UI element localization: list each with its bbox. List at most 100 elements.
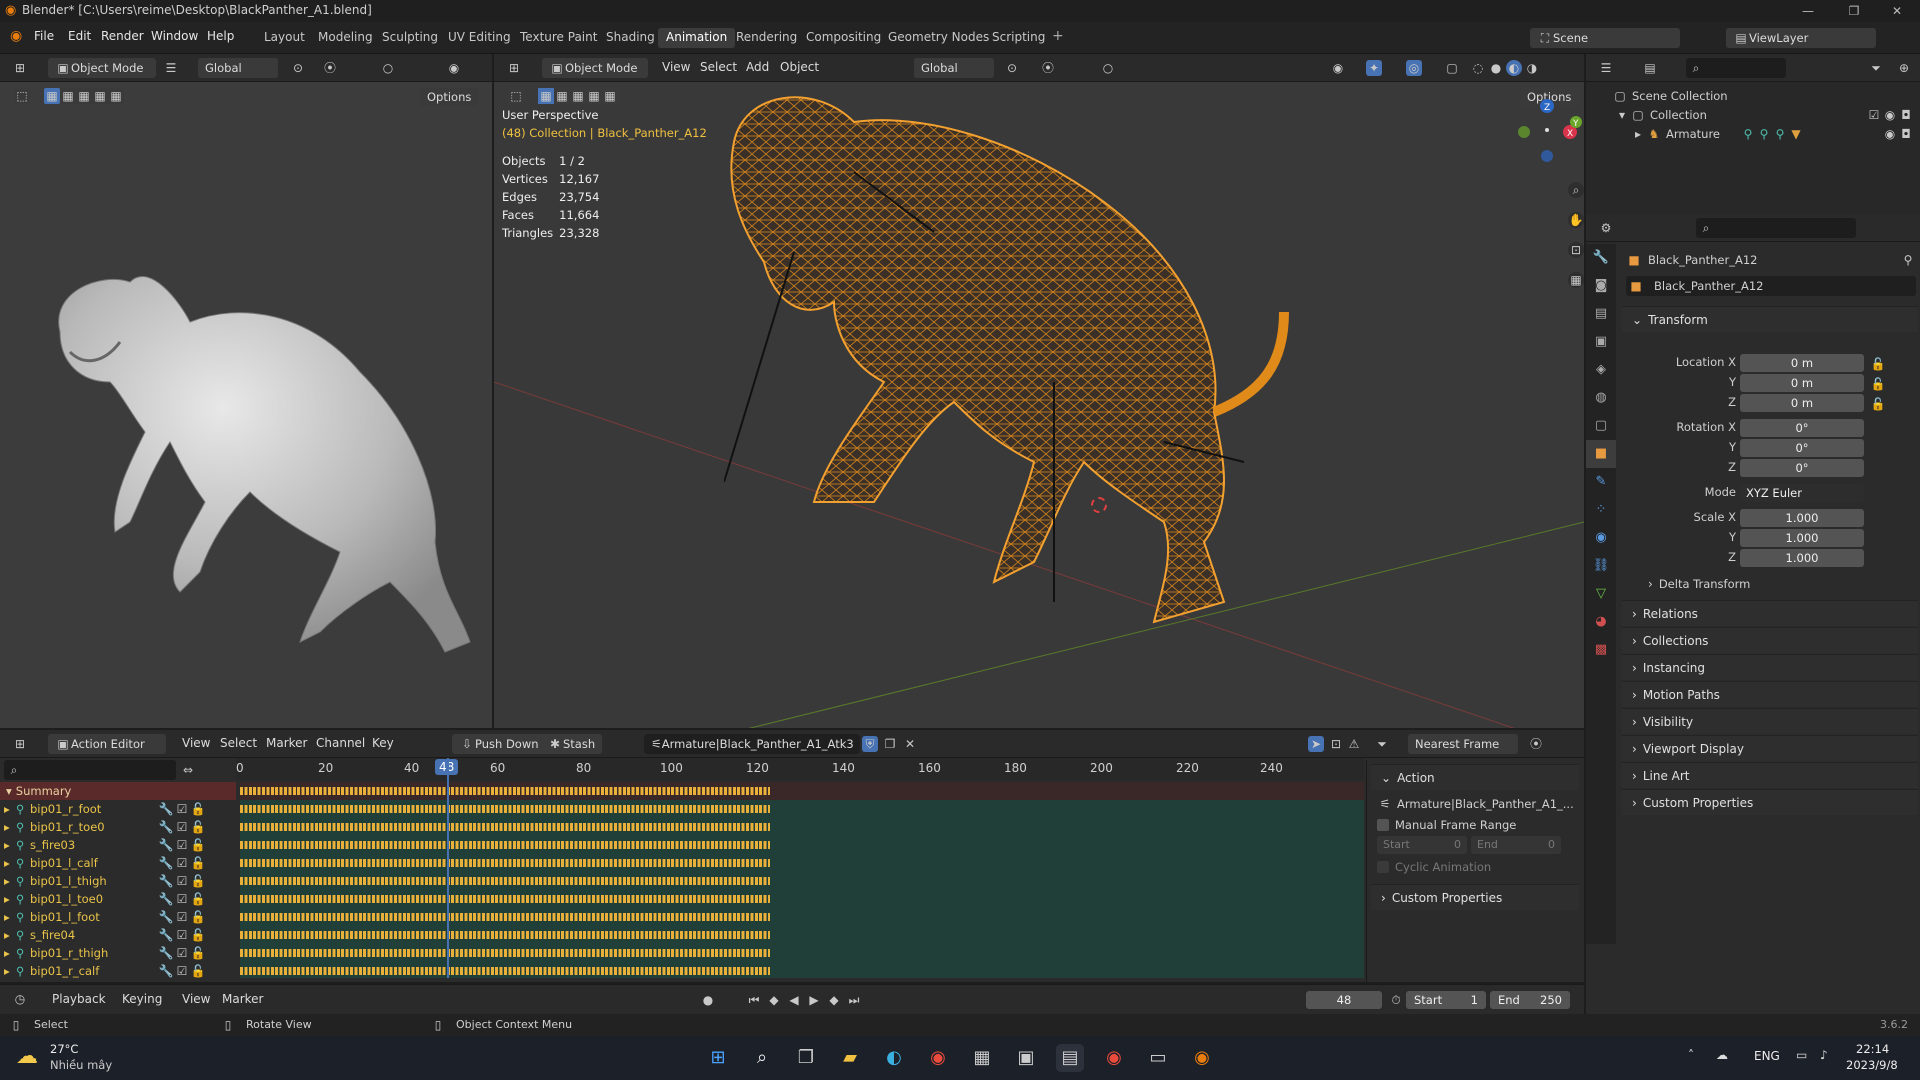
lock-icon[interactable]: 🔓	[1870, 356, 1886, 372]
location-y-field[interactable]: 0 m	[1740, 374, 1864, 392]
ae-menu-key[interactable]: Key	[372, 736, 394, 750]
3d-cursor-icon[interactable]	[1091, 497, 1107, 513]
armature-eye-icon[interactable]: ◉	[1882, 126, 1898, 142]
menu-view[interactable]: View	[662, 60, 690, 74]
pivot-icon-right[interactable]: ⊙	[1004, 60, 1020, 76]
menu-add[interactable]: Add	[746, 60, 769, 74]
ae-menu-view[interactable]: View	[182, 736, 210, 750]
main-viewport[interactable]: ⬚ ▦ ▦ ▦ ▦ ▦ Options User Perspective (48…	[494, 82, 1584, 728]
next-keyframe-icon[interactable]: ◆	[826, 992, 842, 1008]
outliner-search-input[interactable]: ⌕	[1686, 58, 1786, 78]
visibility-icon-right[interactable]: ◉	[1330, 60, 1346, 76]
mute-checkbox-icon[interactable]: ☑	[174, 837, 190, 853]
select-mode-intersect-icon[interactable]: ▦	[108, 88, 124, 104]
tab-uv-editing[interactable]: UV Editing	[440, 28, 519, 48]
channel-row[interactable]: ▸ ⚲ bip01_l_foot 🔧 ☑ 🔓	[0, 908, 236, 926]
select-mode-subtract-icon[interactable]: ▦	[76, 88, 92, 104]
rotation-z-field[interactable]: 0°	[1740, 459, 1864, 477]
show-errors-icon[interactable]: ⚠	[1346, 736, 1362, 752]
expand-icon[interactable]: ▸	[4, 838, 16, 852]
range-end-field[interactable]: End 0	[1471, 836, 1561, 854]
select-box-icon[interactable]: ⬚	[14, 88, 30, 104]
pin-icon[interactable]: ⚲	[1900, 252, 1916, 268]
navigation-gizmo[interactable]: Z X Y	[1512, 92, 1582, 162]
filters-icon[interactable]: ⏷	[1374, 736, 1390, 752]
outliner-armature[interactable]: ▸ ♞ Armature ⚲ ⚲ ⚲ ▼ ◉ ◘	[1630, 126, 1914, 142]
expand-icon[interactable]: ▸	[4, 820, 16, 834]
menu-object[interactable]: Object	[780, 60, 819, 74]
file-explorer-icon[interactable]: ▰	[836, 1044, 864, 1072]
scale-y-field[interactable]: 1.000	[1740, 529, 1864, 547]
mute-checkbox-icon[interactable]: ☑	[174, 891, 190, 907]
scale-x-field[interactable]: 1.000	[1740, 509, 1864, 527]
wrench-icon[interactable]: 🔧	[158, 855, 174, 871]
terminal-icon[interactable]: ▭	[1144, 1044, 1172, 1072]
channel-row[interactable]: ▸ ⚲ bip01_r_thigh 🔧 ☑ 🔓	[0, 944, 236, 962]
menu-select[interactable]: Select	[700, 60, 737, 74]
xray-icon[interactable]: ▢	[1444, 60, 1460, 76]
minimize-icon[interactable]: —	[1785, 0, 1831, 22]
keyframe-area[interactable]	[240, 758, 1364, 978]
expand-icon[interactable]: ▸	[4, 964, 16, 978]
tab-geometry-nodes[interactable]: Geometry Nodes	[880, 28, 997, 48]
overlay-toggle-icon[interactable]: ◎	[1406, 60, 1422, 76]
manual-frame-range-checkbox[interactable]: Manual Frame Range	[1377, 818, 1574, 832]
lock-icon[interactable]: 🔓	[190, 855, 206, 871]
tab-layout[interactable]: Layout	[256, 28, 313, 48]
collection-camera-icon[interactable]: ◘	[1898, 107, 1914, 123]
armature-camera-icon[interactable]: ◘	[1898, 126, 1914, 142]
relations-panel[interactable]: › Relations	[1622, 600, 1918, 626]
right-mode-dropdown[interactable]: ▣ Object Mode	[542, 58, 648, 78]
lock-icon[interactable]: 🔓	[190, 927, 206, 943]
start-frame-field[interactable]: Start 1	[1406, 991, 1486, 1009]
jump-end-icon[interactable]: ⏭	[846, 992, 862, 1008]
wrench-icon[interactable]: 🔧	[158, 873, 174, 889]
collections-panel[interactable]: › Collections	[1622, 627, 1918, 653]
hamburger-icon[interactable]: ☰	[163, 60, 179, 76]
location-z-field[interactable]: 0 m	[1740, 394, 1864, 412]
edge-icon[interactable]: ◐	[880, 1044, 908, 1072]
summary-channel[interactable]: ▾ Summary	[0, 782, 236, 800]
left-orientation-dropdown[interactable]: Global	[198, 58, 278, 78]
channel-row[interactable]: ▸ ⚲ bip01_r_calf 🔧 ☑ 🔓	[0, 962, 236, 980]
new-collection-icon[interactable]: ⊕	[1896, 60, 1912, 76]
prev-keyframe-icon[interactable]: ◆	[766, 992, 782, 1008]
tab-scripting[interactable]: Scripting	[984, 28, 1053, 48]
mute-checkbox-icon[interactable]: ☑	[174, 909, 190, 925]
location-x-field[interactable]: 0 m	[1740, 354, 1864, 372]
maximize-icon[interactable]: ❐	[1831, 0, 1877, 22]
lock-icon[interactable]: 🔓	[1870, 396, 1886, 412]
wrench-icon[interactable]: 🔧	[158, 927, 174, 943]
particles-tab-icon[interactable]: ⁘	[1586, 496, 1616, 524]
tl-menu-marker[interactable]: Marker	[222, 992, 263, 1006]
right-orientation-dropdown[interactable]: Global	[914, 58, 994, 78]
pivot-icon[interactable]: ⊙	[290, 60, 306, 76]
expand-icon[interactable]: ▸	[4, 874, 16, 888]
channel-row[interactable]: ▸ ⚲ bip01_r_toe0 🔧 ☑ 🔓	[0, 818, 236, 836]
duplicate-action-icon[interactable]: ❐	[882, 736, 898, 752]
end-frame-field[interactable]: End 250	[1490, 991, 1570, 1009]
ae-menu-marker[interactable]: Marker	[266, 736, 307, 750]
tl-menu-keying[interactable]: Keying	[122, 992, 162, 1006]
proportional-edit-icon[interactable]: ⦿	[1528, 736, 1544, 752]
app-icon[interactable]: ▣	[1012, 1044, 1040, 1072]
constraints-tab-icon[interactable]: ⛓	[1586, 552, 1616, 580]
menu-file[interactable]: File	[34, 29, 54, 43]
visibility-panel[interactable]: › Visibility	[1622, 708, 1918, 734]
lock-icon[interactable]: 🔓	[190, 837, 206, 853]
modifier-tab-icon[interactable]: ✎	[1586, 468, 1616, 496]
action-panel-header[interactable]: ⌄ Action	[1371, 764, 1579, 790]
select-subtract-icon-right[interactable]: ▦	[570, 88, 586, 104]
tool-tab-icon[interactable]: 🔧	[1586, 244, 1616, 272]
lock-icon[interactable]: 🔓	[190, 801, 206, 817]
instancing-panel[interactable]: › Instancing	[1622, 654, 1918, 680]
record-icon[interactable]: ●	[700, 992, 716, 1008]
push-down-button[interactable]: ⇩ Push Down	[452, 734, 546, 754]
scene-tab-icon[interactable]: ◈	[1586, 356, 1616, 384]
material-tab-icon[interactable]: ◕	[1586, 608, 1616, 636]
tray-cloud-icon[interactable]: ☁	[1716, 1048, 1728, 1062]
object-tab-icon[interactable]: ■	[1586, 440, 1616, 468]
proportional-icon[interactable]: ○	[380, 60, 396, 76]
left-options-button[interactable]: Options	[420, 88, 479, 106]
chrome-icon[interactable]: ◉	[924, 1044, 952, 1072]
